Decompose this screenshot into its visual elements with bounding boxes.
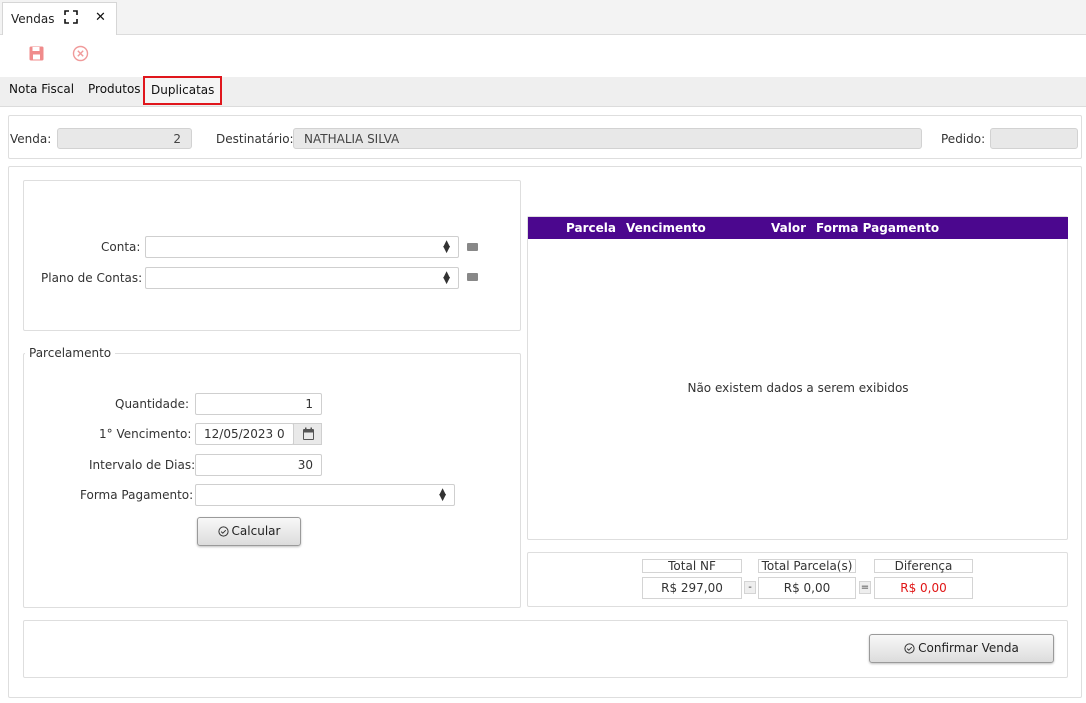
conta-label: Conta:	[101, 240, 141, 254]
section-tabs: Nota Fiscal Produtos Duplicatas	[0, 76, 1086, 107]
diferenca-label: Diferença	[874, 559, 973, 573]
select-arrows-icon: ▲ ▼	[443, 270, 450, 286]
empty-message: Não existem dados a serem exibidos	[687, 381, 909, 395]
select-arrows-icon: ▲ ▼	[439, 487, 446, 503]
quantidade-input[interactable]: 1	[195, 393, 322, 415]
destinatario-field: NATHALIA SILVA	[293, 128, 922, 149]
grid-header: Parcela Vencimento Valor Forma Pagamento	[528, 217, 1068, 239]
destinatario-label: Destinatário:	[216, 132, 294, 146]
parcelas-grid	[527, 216, 1068, 540]
col-parcela[interactable]: Parcela	[566, 221, 616, 235]
intervalo-input[interactable]: 30	[195, 454, 322, 476]
save-icon[interactable]	[28, 45, 45, 62]
plano-select[interactable]: ▲ ▼	[145, 267, 459, 289]
col-valor[interactable]: Valor	[771, 221, 806, 235]
venda-label: Venda:	[10, 132, 52, 146]
select-arrows-icon: ▲ ▼	[443, 239, 450, 255]
parcelamento-legend: Parcelamento	[25, 346, 116, 360]
calendar-button[interactable]	[293, 423, 322, 445]
tab-duplicatas[interactable]: Duplicatas	[143, 76, 223, 105]
window-tab-bar: Vendas ✕	[0, 0, 1086, 35]
forma-pagamento-select[interactable]: ▲ ▼	[195, 484, 455, 506]
pedido-field	[990, 128, 1078, 149]
total-nf-value: R$ 297,00	[642, 577, 742, 599]
total-parcelas-label: Total Parcela(s)	[758, 559, 856, 573]
total-parcelas-value: R$ 0,00	[758, 577, 856, 599]
minus-sign: -	[744, 581, 756, 594]
window-tab-label: Vendas	[11, 12, 55, 26]
check-circle-icon	[904, 637, 915, 664]
tab-nota-fiscal[interactable]: Nota Fiscal	[9, 82, 74, 96]
plano-lookup-icon[interactable]	[467, 273, 478, 281]
confirmar-label: Confirmar Venda	[918, 641, 1019, 655]
confirmar-venda-button[interactable]: Confirmar Venda	[869, 634, 1054, 663]
parcelamento-panel	[23, 353, 521, 608]
vencimento-label: 1° Vencimento:	[99, 427, 192, 441]
equals-sign: =	[859, 581, 871, 594]
plano-label: Plano de Contas:	[41, 271, 143, 285]
forma-label: Forma Pagamento:	[80, 488, 194, 502]
close-tab-button[interactable]: ✕	[95, 11, 106, 25]
conta-select[interactable]: ▲ ▼	[145, 236, 459, 258]
quantidade-label: Quantidade:	[115, 397, 190, 411]
total-nf-label: Total NF	[642, 559, 742, 573]
calendar-icon	[303, 427, 314, 440]
check-circle-icon	[217, 520, 229, 547]
calcular-button[interactable]: Calcular	[197, 517, 301, 546]
cancel-icon[interactable]	[72, 45, 89, 62]
intervalo-label: Intervalo de Dias:	[89, 458, 196, 472]
maximize-icon[interactable]	[64, 10, 78, 24]
col-forma-pagamento[interactable]: Forma Pagamento	[816, 221, 939, 235]
tab-produtos[interactable]: Produtos	[88, 82, 141, 96]
col-vencimento[interactable]: Vencimento	[626, 221, 706, 235]
conta-lookup-icon[interactable]	[467, 243, 478, 251]
diferenca-value: R$ 0,00	[874, 577, 973, 599]
calcular-label: Calcular	[231, 524, 281, 538]
venda-field: 2	[57, 128, 192, 149]
window-tab-vendas[interactable]: Vendas ✕	[2, 2, 117, 35]
pedido-label: Pedido:	[941, 132, 986, 146]
vencimento-input[interactable]: 12/05/2023 0	[195, 423, 294, 445]
